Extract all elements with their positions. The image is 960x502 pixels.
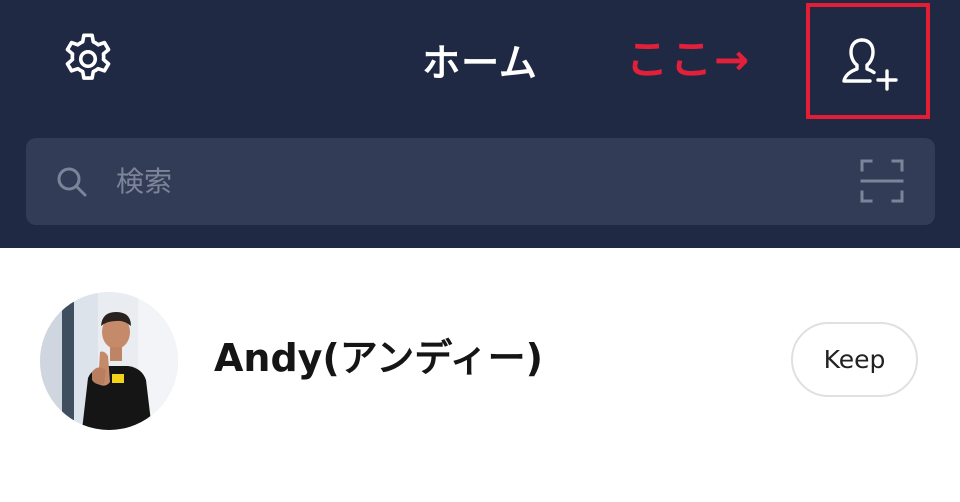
search-icon xyxy=(57,167,87,197)
avatar-photo xyxy=(40,292,178,430)
add-friend-button[interactable] xyxy=(838,31,908,95)
avatar[interactable] xyxy=(40,292,178,430)
search-input[interactable] xyxy=(116,156,816,206)
profile-row[interactable]: Andy(アンディー) Keep xyxy=(0,248,960,502)
keep-button[interactable]: Keep xyxy=(791,322,918,397)
page-title: ホーム xyxy=(422,41,538,85)
header-bar: ホーム ここ→ xyxy=(0,0,960,248)
profile-name[interactable]: Andy(アンディー) xyxy=(214,334,543,382)
add-friend-icon xyxy=(842,38,898,91)
search-bar[interactable] xyxy=(26,138,935,225)
qr-scan-icon[interactable] xyxy=(859,158,905,204)
settings-button[interactable] xyxy=(58,29,118,89)
gear-icon xyxy=(65,33,111,80)
annotation-text: ここ→ xyxy=(626,35,752,84)
